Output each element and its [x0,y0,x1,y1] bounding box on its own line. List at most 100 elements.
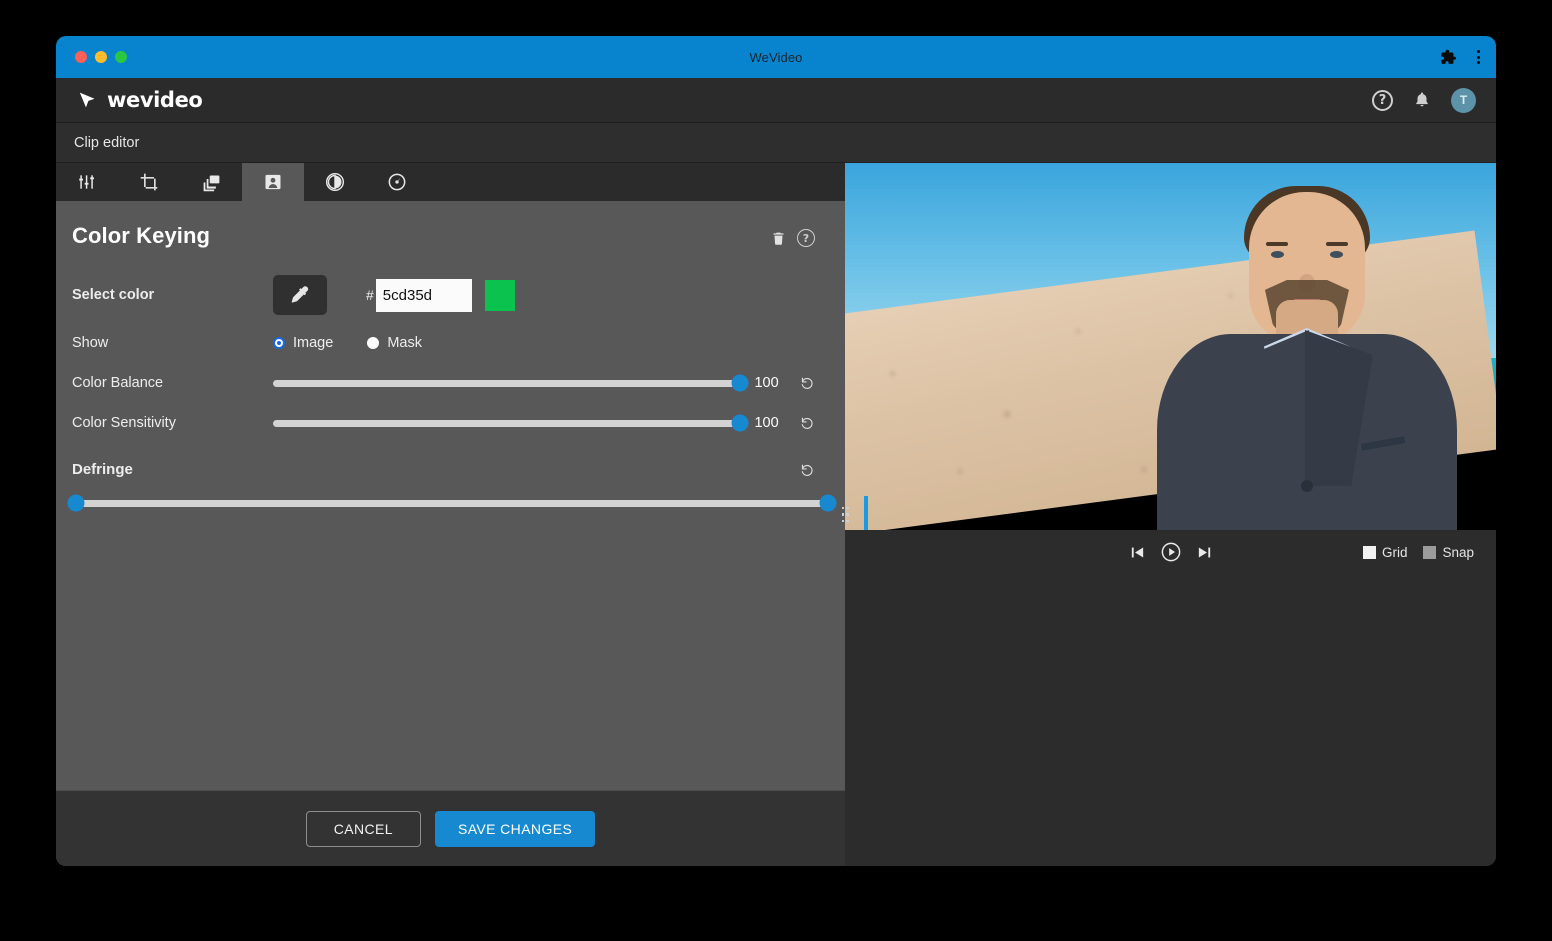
snap-toggle[interactable]: Snap [1423,545,1474,560]
bell-icon[interactable] [1413,90,1431,110]
color-sensitivity-slider[interactable] [273,413,749,433]
tab-speed[interactable] [366,163,428,201]
snap-label: Snap [1442,544,1474,560]
help-icon[interactable]: ? [1372,89,1393,111]
color-sensitivity-value: 100 [754,415,779,431]
presenter-pocket-square [1360,436,1406,451]
preview-controls: Grid Snap [845,530,1496,574]
kebab-menu-icon[interactable] [1477,50,1480,64]
radio-mask-label: Mask [387,335,422,351]
color-sensitivity-reset-button[interactable] [799,415,815,431]
reset-arrow-icon [801,417,813,429]
color-balance-slider[interactable] [273,373,749,393]
slider-knob[interactable] [731,374,749,392]
defringe-knob-low[interactable] [67,494,85,512]
minimize-window-button[interactable] [95,51,107,63]
grid-label: Grid [1381,544,1408,560]
panel-title: Color Keying [72,223,211,248]
wevideo-window: WeVideo wevideo ? T Clip editor Color Ke… [56,36,1496,866]
defringe-knob-high[interactable] [819,494,837,512]
radio-image[interactable]: Image [273,335,333,351]
transport-controls [1129,541,1213,563]
eyedropper-icon [291,286,309,303]
defringe-header: Defringe [72,461,815,478]
skip-to-end-icon [1198,547,1210,557]
contrast-half-circle-icon [326,172,344,192]
traffic-light-controls [56,51,127,63]
presenter-brow-right [1325,242,1348,246]
tab-adjust[interactable] [56,163,118,201]
defringe-label: Defringe [72,461,133,478]
maximize-window-button[interactable] [115,51,127,63]
presenter-brow-left [1265,242,1288,246]
radio-mask-indicator [367,337,380,349]
window-title: WeVideo [749,49,803,65]
defringe-reset-button[interactable] [799,462,815,478]
color-balance-value: 100 [754,375,779,391]
video-preview[interactable] [845,163,1496,530]
page-title: Clip editor [74,134,140,151]
effect-tab-bar [56,163,845,201]
defringe-range-slider[interactable] [67,493,837,513]
skip-to-end-button[interactable] [1196,544,1213,561]
app-header-actions: ? T [1372,78,1476,122]
presenter-eye-right [1329,251,1343,258]
close-window-button[interactable] [75,51,87,63]
presenter-eye-left [1270,251,1284,258]
left-panel: Color Keying ? Select color # 5cd35d Sho… [56,163,845,866]
tab-layers[interactable] [180,163,242,201]
presenter-lapel-right [1304,330,1373,486]
radio-image-label: Image [293,335,334,351]
app-header: wevideo ? T [56,78,1496,123]
preview-scene [845,163,1496,530]
skip-to-start-button[interactable] [1129,544,1146,561]
select-color-row: Select color # [72,275,815,315]
speedometer-icon [388,173,406,191]
grid-toggle[interactable]: Grid [1362,544,1408,560]
save-changes-button[interactable]: SAVE CHANGES [434,810,596,847]
radio-mask[interactable]: Mask [367,335,422,351]
play-circle-icon [1161,542,1180,562]
reset-arrow-icon [801,377,813,389]
question-circle-icon[interactable]: ? [797,229,815,247]
presenter-jacket [1156,330,1457,530]
show-label: Show [72,335,109,351]
tab-crop[interactable] [118,163,180,201]
person-portrait-icon [265,174,281,190]
browser-title-bar: WeVideo [56,36,1496,78]
skip-to-start-icon [1131,547,1143,557]
editor-body: Color Keying ? Select color # 5cd35d Sho… [56,163,1496,866]
preview-playhead[interactable] [864,496,868,530]
title-bar-actions [1440,36,1480,78]
grid-checkbox[interactable] [1362,545,1376,559]
wevideo-logo[interactable]: wevideo [78,88,203,112]
eyedropper-button[interactable] [273,275,327,315]
tab-color-keying[interactable] [242,163,304,201]
trash-icon[interactable] [771,230,786,247]
puzzle-icon[interactable] [1440,49,1457,66]
cancel-button[interactable]: CANCEL [305,810,421,847]
tab-contrast[interactable] [304,163,366,201]
reset-arrow-icon [801,464,813,476]
color-balance-reset-button[interactable] [799,375,815,391]
sliders-icon [79,175,94,189]
show-row: Show Image Mask [72,329,815,357]
radio-image-indicator [273,337,285,349]
panel-header-actions: ? [771,223,815,247]
panel-footer: CANCEL SAVE CHANGES [56,790,845,866]
preview-panel: Grid Snap [841,163,1496,866]
slider-knob[interactable] [731,414,749,432]
avatar[interactable]: T [1451,87,1476,113]
clip-editor-bar: Clip editor [56,123,1496,163]
color-keying-form: Select color # Show [67,275,837,513]
play-button[interactable] [1160,541,1182,563]
presenter-subject [1156,186,1457,530]
layers-icon [203,175,219,191]
brand-name: wevideo [107,88,203,112]
panel-resize-handle[interactable] [840,163,850,866]
preview-toggles: Grid Snap [1362,544,1474,560]
hash-symbol: # [366,287,374,303]
snap-checkbox[interactable] [1423,545,1437,559]
hex-color-input[interactable] [375,278,472,312]
color-swatch[interactable] [484,279,515,311]
